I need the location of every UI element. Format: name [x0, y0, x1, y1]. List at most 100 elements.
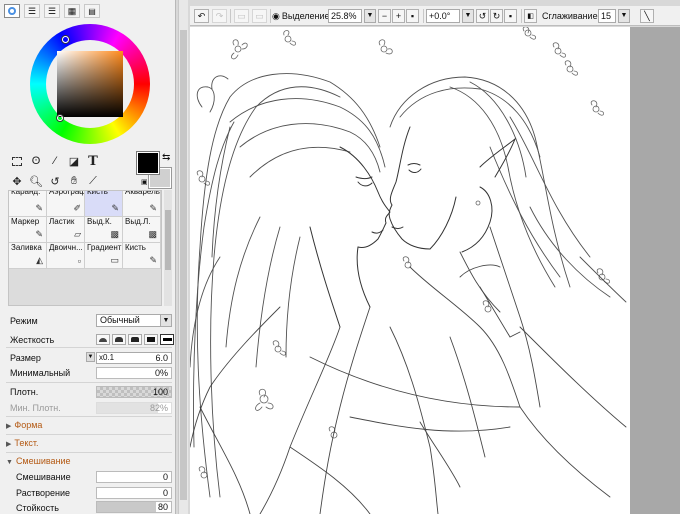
chevron-right-icon: ▶	[6, 441, 12, 448]
flip-icon: ◧	[527, 13, 534, 20]
tool-row-1: ʘ ⁄ ◪ T	[9, 153, 101, 169]
brush-slot[interactable]: Выд.Л. ▩	[123, 217, 161, 243]
rotate-left-icon: ↺	[478, 10, 487, 21]
zoom-out-button[interactable]: −	[378, 9, 391, 23]
drawing-canvas[interactable]	[190, 27, 630, 514]
size-range-dropdown[interactable]: ▼	[86, 352, 95, 362]
selection-toggle[interactable]: ◉ Выделение	[272, 9, 330, 23]
min-size-label: Минимальный	[10, 368, 71, 378]
brush-slot[interactable]: Кисть ✎	[85, 191, 123, 217]
magic-wand-icon[interactable]: ⁄	[47, 153, 63, 169]
rotate-right-button[interactable]: ↻	[490, 9, 503, 23]
foreground-color-swatch[interactable]	[137, 152, 159, 174]
hsv-sliders-tab[interactable]: ☰	[44, 4, 60, 18]
rotation-reset-button[interactable]: ▪	[504, 9, 517, 23]
line-art-sketch	[190, 27, 627, 514]
min-density-label: Мин. Плотн.	[10, 403, 61, 413]
brush-slot[interactable]: Кисть ✎	[123, 243, 161, 269]
reset-colors-icon[interactable]: ▣	[141, 178, 148, 186]
stabilizer-field[interactable]: 15	[598, 9, 616, 23]
persistence-value: 80	[157, 502, 168, 512]
hand-icon[interactable]: ✋︎	[66, 173, 82, 189]
brush-label: Заливка	[11, 243, 42, 252]
brush-grid-scrollbar[interactable]	[164, 190, 172, 306]
redo-button[interactable]: ↷	[212, 9, 227, 23]
rotation-dropdown[interactable]: ▼	[462, 9, 474, 23]
brush-slot[interactable]: Каранд. ✎	[9, 191, 47, 217]
hardness-hard-button[interactable]	[144, 334, 158, 345]
hsv-sliders-icon: ☰	[47, 5, 57, 16]
rotation-field[interactable]: +0.0°	[426, 9, 460, 23]
sv-marker[interactable]	[57, 115, 63, 121]
scrollbar-thumb[interactable]	[180, 30, 187, 500]
brush-slot[interactable]: Заливка ◭	[9, 243, 47, 269]
min-size-slider[interactable]: 0%	[96, 367, 172, 379]
stabilizer-dropdown[interactable]: ▼	[618, 9, 630, 23]
brush-slot[interactable]: Градиент ▭	[85, 243, 123, 269]
rgb-sliders-tab[interactable]: ☰	[24, 4, 40, 18]
brush-slot[interactable]: Аэрограф ✐	[47, 191, 85, 217]
brush-slot[interactable]: Ластик ▱	[47, 217, 85, 243]
bucket-select-icon[interactable]: ◪	[66, 153, 82, 169]
flip-horizontal-button[interactable]: ◧	[524, 9, 537, 23]
color-wheel-tab[interactable]	[4, 4, 20, 18]
mode-dropdown[interactable]: Обычный ▼	[96, 314, 172, 327]
zoom-icon[interactable]: 🔍︎	[28, 173, 44, 189]
select-pen-icon: ▩	[110, 229, 119, 239]
brush-slot[interactable]: Двоичн... ▫	[47, 243, 85, 269]
size-label: Размер	[10, 353, 41, 363]
brush-slot[interactable]: Выд.К. ▩	[85, 217, 123, 243]
density-slider[interactable]: 100	[96, 386, 172, 398]
shape-section-header[interactable]: ▶ Форма	[6, 420, 42, 430]
color-wheel[interactable]	[30, 24, 150, 144]
brush-slot[interactable]: Акварель ✎	[123, 191, 161, 217]
brush-label: Каранд.	[11, 191, 41, 196]
diagonal-line-icon: ╲	[644, 10, 650, 21]
move-icon[interactable]: ✥	[9, 173, 25, 189]
brush-slot[interactable]: Маркер ✎	[9, 217, 47, 243]
blend-slider[interactable]: 0	[96, 471, 172, 483]
hue-marker[interactable]	[62, 36, 69, 43]
swatches-tab[interactable]: ▦	[64, 4, 80, 18]
size-value: 6.0	[155, 353, 168, 363]
undo-button[interactable]: ↶	[194, 9, 209, 23]
chevron-down-icon: ▼	[6, 459, 13, 466]
rotate-icon[interactable]: ↺	[47, 173, 63, 189]
hardness-firm-button[interactable]	[128, 334, 142, 345]
canvas-area[interactable]	[190, 27, 680, 514]
undo-icon: ↶	[197, 10, 206, 21]
hardness-medium-button[interactable]	[112, 334, 126, 345]
saturation-value-square[interactable]	[57, 51, 123, 117]
deselect-button[interactable]: ▭	[234, 9, 249, 23]
hardness-sharp-button[interactable]	[160, 334, 174, 345]
user-colors-tab[interactable]: ▤	[84, 4, 100, 18]
size-multiplier: x0.1	[99, 353, 115, 362]
density-value: 100	[152, 387, 168, 397]
tool-row-2: ✥ 🔍︎ ↺ ✋︎ ⟋	[9, 173, 101, 189]
texture-section-header[interactable]: ▶ Текст.	[6, 438, 39, 448]
eye-icon: ◉	[272, 10, 280, 21]
rotation-reset-icon: ▪	[508, 11, 513, 21]
size-slider[interactable]: x0.1 6.0	[96, 352, 172, 364]
dilution-slider[interactable]: 0	[96, 487, 172, 499]
lasso-icon[interactable]: ʘ	[28, 153, 44, 169]
zoom-dropdown[interactable]: ▼	[364, 9, 376, 23]
blending-section-header[interactable]: ▼ Смешивание	[6, 456, 71, 466]
zoom-field[interactable]: 25.8%	[328, 9, 362, 23]
rotate-left-button[interactable]: ↺	[476, 9, 489, 23]
pencil-icon: ✎	[35, 203, 43, 213]
invert-selection-button[interactable]: ▭	[252, 9, 267, 23]
zoom-in-button[interactable]: +	[392, 9, 405, 23]
swap-colors-icon[interactable]: ⇆	[162, 152, 170, 163]
eyedropper-icon[interactable]: ⟋	[85, 173, 101, 189]
rect-select-icon[interactable]	[9, 153, 25, 169]
straight-line-button[interactable]: ╲	[640, 9, 654, 23]
left-panel-scrollbar[interactable]	[178, 0, 188, 514]
persistence-slider[interactable]: 80	[96, 501, 172, 513]
brush-label: Градиент	[87, 243, 122, 252]
hardness-soft-button[interactable]	[96, 334, 110, 345]
zoom-reset-button[interactable]: ▪	[406, 9, 419, 23]
brush-label: Аэрограф	[49, 191, 85, 196]
text-tool-icon[interactable]: T	[85, 153, 101, 169]
stabilizer-label: Сглаживание	[542, 11, 598, 21]
